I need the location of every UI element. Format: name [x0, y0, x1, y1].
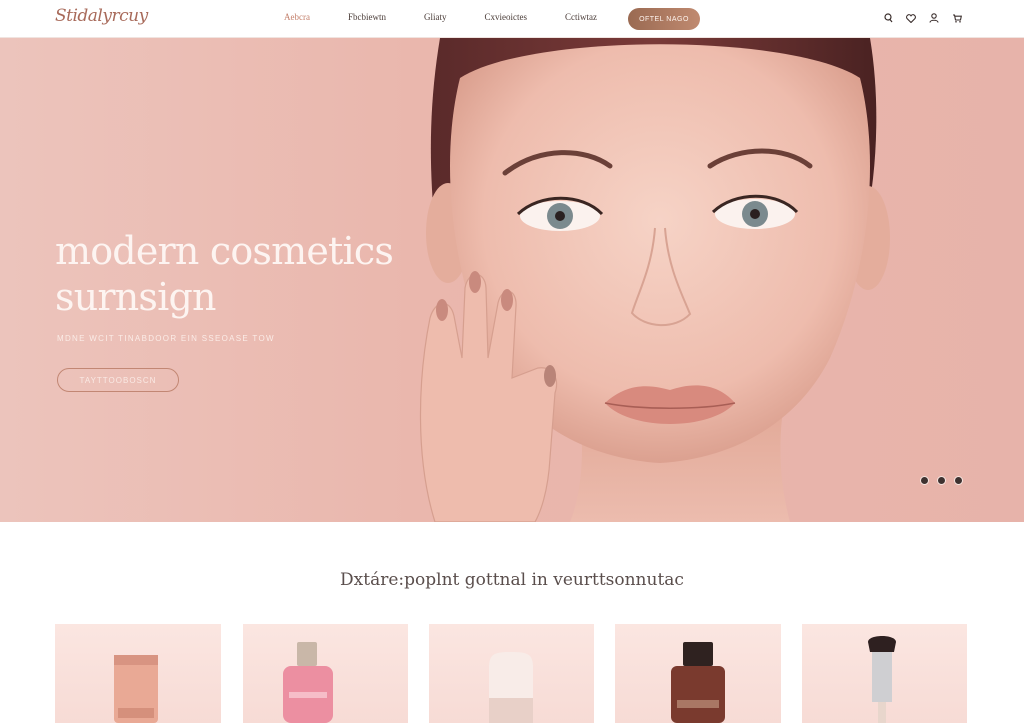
user-icon[interactable] — [928, 12, 940, 24]
slider-dot-3[interactable] — [954, 476, 963, 485]
hero-subtitle: MDNE WCIT TINABDOOR EIN SSEOASE TOW — [57, 334, 275, 343]
cart-icon[interactable] — [951, 12, 963, 24]
product-image-makeup-brush — [868, 636, 896, 723]
product-image-perfume-bottle — [283, 642, 333, 723]
section-title: Dxtáre:poplnt gottnal in veurttsonnutac — [340, 570, 684, 590]
nav-icon-group — [882, 12, 974, 24]
nav-link-2[interactable]: Fbcbiewtn — [348, 12, 386, 22]
product-image-lotion-bottle — [489, 652, 533, 723]
hero-title: modern cosmetics surnsign — [55, 228, 394, 320]
hero-model-image — [419, 38, 890, 522]
nav-links: Aebcra Fbcbiewtn Gliaty Cxvieoictes Ccti… — [284, 12, 635, 22]
product-card-row — [55, 624, 967, 723]
slider-dot-2[interactable] — [937, 476, 946, 485]
product-image-cream-jar — [114, 655, 158, 723]
top-navigation: Stidalyrcuy Aebcra Fbcbiewtn Gliaty Cxvi… — [0, 0, 1024, 38]
product-card-4[interactable] — [615, 624, 781, 723]
slider-dots — [920, 476, 971, 485]
product-card-2[interactable] — [243, 624, 408, 723]
nav-link-5[interactable]: Cctiwtaz — [565, 12, 597, 22]
brand-logo[interactable]: Stidalyrcuy — [55, 6, 148, 26]
product-image-serum-bottle — [671, 642, 725, 723]
nav-cta-button[interactable]: OFTEL NAGO — [628, 8, 700, 30]
product-card-3[interactable] — [429, 624, 594, 723]
slider-dot-1[interactable] — [920, 476, 929, 485]
nav-link-3[interactable]: Gliaty — [424, 12, 447, 22]
hero-banner: modern cosmetics surnsign MDNE WCIT TINA… — [0, 38, 1024, 522]
search-icon[interactable] — [882, 12, 894, 24]
product-card-5[interactable] — [802, 624, 967, 723]
nav-link-1[interactable]: Aebcra — [284, 12, 310, 22]
hero-title-line-2: surnsign — [55, 275, 216, 319]
hero-shop-button[interactable]: TAYTTOOBOSCN — [57, 368, 179, 392]
heart-icon[interactable] — [905, 12, 917, 24]
nav-link-4[interactable]: Cxvieoictes — [484, 12, 527, 22]
product-card-1[interactable] — [55, 624, 221, 723]
hero-title-line-1: modern cosmetics — [55, 229, 394, 273]
